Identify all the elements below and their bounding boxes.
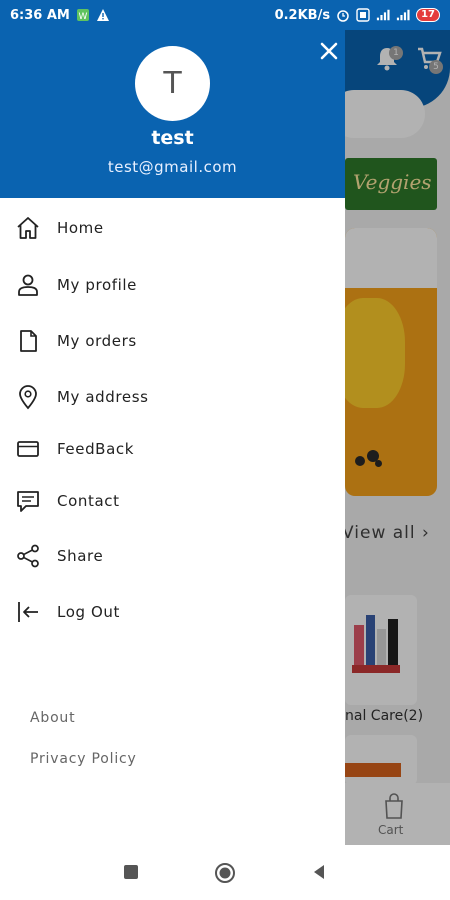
menu-item-label: Log Out xyxy=(57,603,120,621)
back-button[interactable] xyxy=(310,863,328,881)
logout-icon xyxy=(18,602,38,622)
about-link[interactable]: About xyxy=(30,710,75,726)
location-pin-icon xyxy=(19,385,37,410)
menu-item-label: My orders xyxy=(57,332,137,350)
status-bar: 6:36 AM W 0.2KB/s 17 xyxy=(0,0,450,30)
avatar[interactable]: T xyxy=(135,46,210,121)
person-icon xyxy=(18,274,38,296)
share-icon xyxy=(17,544,39,568)
warning-icon xyxy=(96,9,109,21)
menu-item-my-address[interactable]: My address xyxy=(15,377,149,417)
card-icon xyxy=(17,441,39,457)
menu-item-home[interactable]: Home xyxy=(15,208,104,248)
menu-item-share[interactable]: Share xyxy=(15,536,103,576)
menu-item-label: Contact xyxy=(57,492,120,510)
menu-item-my-orders[interactable]: My orders xyxy=(15,321,137,361)
network-speed: 0.2KB/s xyxy=(274,7,331,23)
battery-indicator: 17 xyxy=(416,8,440,22)
alarm-icon xyxy=(337,10,349,22)
menu-item-feedback[interactable]: FeedBack xyxy=(15,429,134,469)
document-icon xyxy=(20,330,37,352)
menu-item-label: My profile xyxy=(57,276,137,294)
home-button[interactable] xyxy=(214,862,236,884)
menu-item-log-out[interactable]: Log Out xyxy=(15,592,120,632)
menu-item-label: Home xyxy=(57,219,104,237)
menu-item-my-profile[interactable]: My profile xyxy=(15,265,137,305)
navigation-drawer: T test test@gmail.com Home My profile My… xyxy=(0,30,345,845)
menu-item-label: Share xyxy=(57,547,104,565)
signal-icon-2 xyxy=(396,9,410,21)
chat-icon xyxy=(17,491,39,512)
user-email: test@gmail.com xyxy=(107,158,238,176)
home-icon xyxy=(17,217,39,239)
signal-icon xyxy=(376,9,390,21)
recents-button[interactable] xyxy=(124,865,138,879)
drawer-header: T test test@gmail.com xyxy=(0,30,345,198)
menu-item-contact[interactable]: Contact xyxy=(15,481,120,521)
close-icon[interactable] xyxy=(316,38,342,64)
app-notification-icon: W xyxy=(76,9,89,22)
user-name: test xyxy=(151,127,194,149)
system-nav-bar xyxy=(0,845,450,900)
status-time: 6:36 AM xyxy=(10,7,70,23)
menu-item-label: My address xyxy=(57,388,149,406)
privacy-policy-link[interactable]: Privacy Policy xyxy=(30,751,137,767)
svg-text:W: W xyxy=(78,12,87,22)
data-icon xyxy=(356,8,370,22)
menu-item-label: FeedBack xyxy=(57,440,135,458)
